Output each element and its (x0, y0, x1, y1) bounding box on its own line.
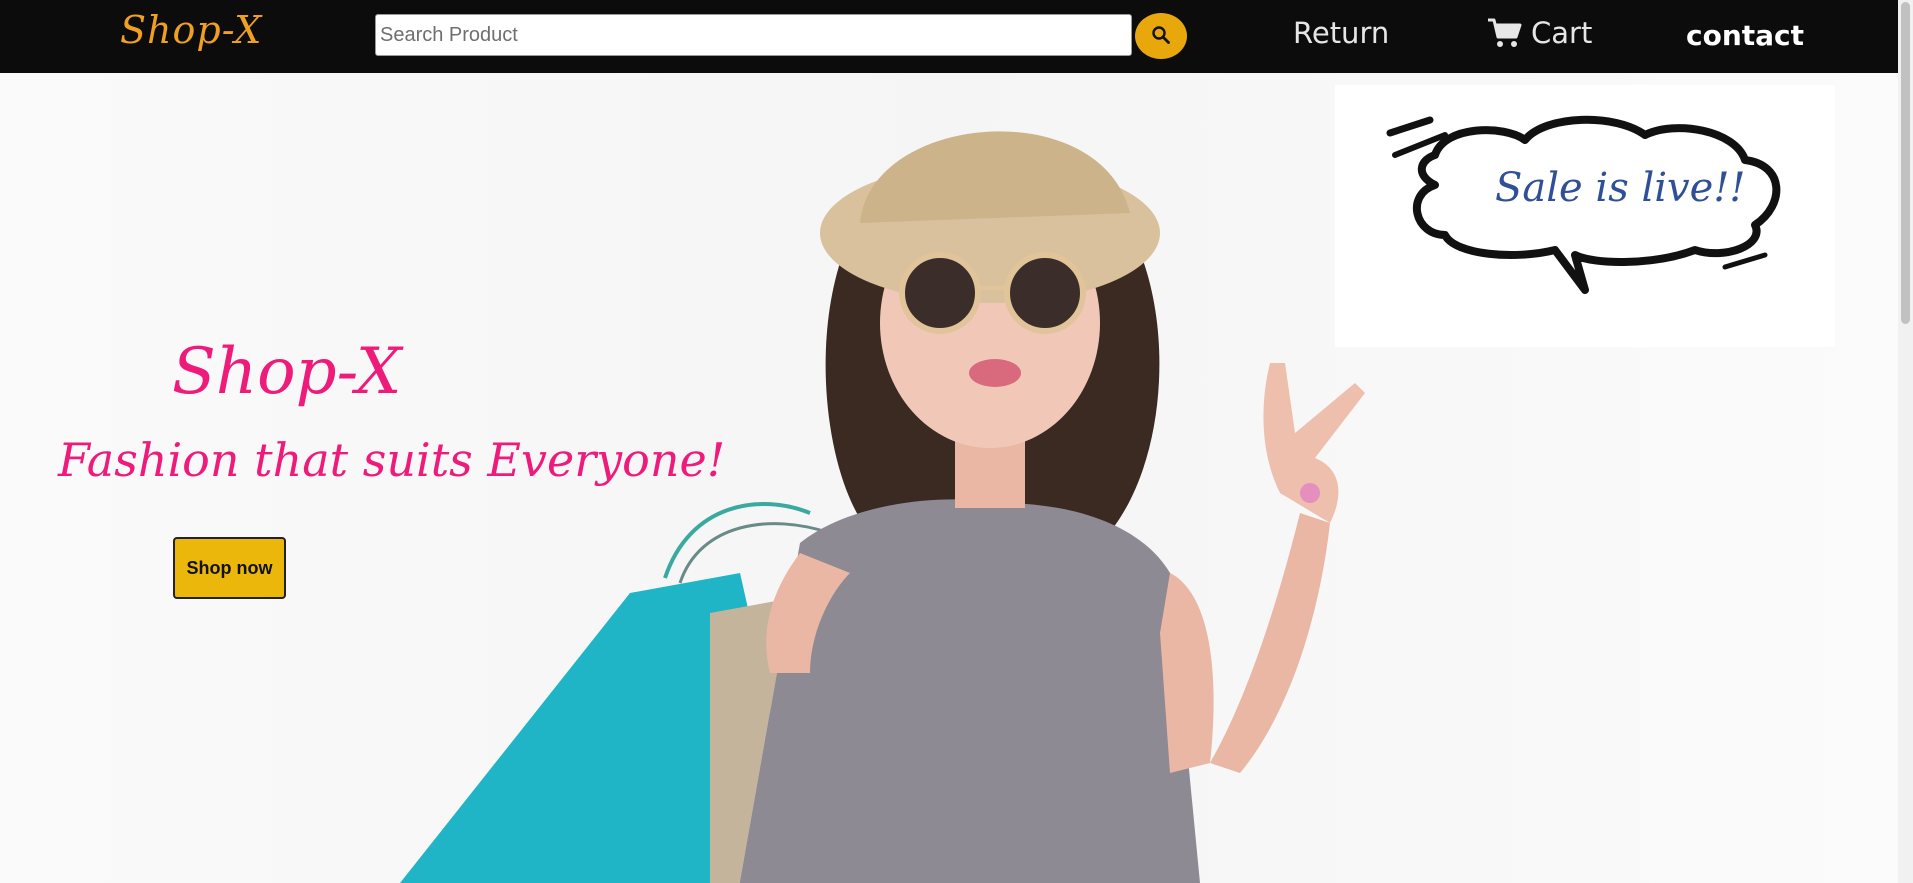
hero-title: Shop-X (172, 335, 402, 409)
speech-cloud-icon (1386, 115, 1781, 294)
nav-cart-link[interactable]: Cart (1487, 16, 1592, 50)
search-bar (375, 14, 1132, 56)
hero-tagline: Fashion that suits Everyone! (58, 433, 726, 487)
search-button[interactable] (1135, 13, 1187, 59)
nav-return-link[interactable]: Return (1293, 16, 1389, 50)
nav-cart-label: Cart (1531, 16, 1593, 50)
hero-banner: Shop-X Fashion that suits Everyone! Shop… (0, 73, 1898, 883)
search-icon (1151, 25, 1171, 48)
nav-contact-link[interactable]: contact (1686, 19, 1804, 52)
page-scrollbar[interactable] (1898, 0, 1913, 883)
cart-icon (1487, 17, 1523, 49)
scrollbar-thumb[interactable] (1901, 2, 1910, 324)
navbar: Shop-X Return Cart contact (0, 0, 1898, 73)
sale-bubble: Sale is live!! (1335, 85, 1835, 347)
sale-text: Sale is live!! (1495, 165, 1746, 211)
brand-logo[interactable]: Shop-X (120, 8, 262, 52)
shop-now-button[interactable]: Shop now (173, 537, 286, 599)
search-input[interactable] (375, 14, 1132, 56)
